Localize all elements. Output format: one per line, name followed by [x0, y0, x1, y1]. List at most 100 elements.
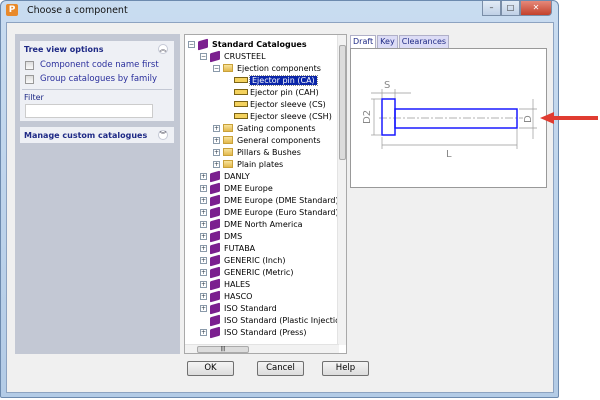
catalogue-tree[interactable]: − Standard Catalogues − CRUSTEEL − Ejection… [184, 34, 347, 354]
tree-node-ejection[interactable]: − Ejection components [213, 62, 321, 74]
expand-icon[interactable]: + [200, 172, 207, 180]
tree-node-catalogue[interactable]: + GENERIC (Inch) [200, 254, 285, 266]
maximize-button[interactable]: □ [501, 1, 520, 16]
node-label: Ejection components [237, 63, 321, 73]
catalogue-book-icon [210, 242, 220, 254]
node-label: Gating components [237, 123, 316, 133]
expand-icon[interactable]: + [213, 124, 220, 132]
tree-folder[interactable]: + Gating components [213, 122, 316, 134]
catalogue-book-icon [210, 278, 220, 290]
component-code-first-checkbox[interactable]: Component code name first [25, 60, 159, 70]
checkbox-label: Component code name first [40, 60, 159, 70]
dim-l: L [446, 149, 452, 160]
tree-node-catalogue[interactable]: + GENERIC (Metric) [200, 266, 293, 278]
expand-icon[interactable]: + [200, 244, 207, 252]
collapse-icon[interactable]: − [200, 52, 207, 60]
catalogue-book-icon [210, 230, 220, 242]
tree-item[interactable]: Ejector sleeve (CSH) [234, 110, 332, 122]
catalogue-book-icon [210, 182, 220, 194]
group-by-family-checkbox[interactable]: Group catalogues by family [25, 74, 157, 84]
checkbox-label: Group catalogues by family [40, 74, 158, 84]
collapse-icon[interactable]: − [188, 40, 195, 48]
node-label: GENERIC (Inch) [224, 255, 286, 265]
node-label: GENERIC (Metric) [224, 267, 294, 277]
window-title: Choose a component [27, 5, 128, 16]
folder-icon [223, 124, 233, 132]
manage-custom-catalogues-section[interactable]: Manage custom catalogues ︾ [20, 127, 174, 143]
tree-node-catalogue[interactable]: + DME Europe [200, 182, 273, 194]
catalogue-book-icon [210, 290, 220, 302]
pin-icon [234, 101, 248, 107]
catalogue-book-icon [210, 254, 220, 266]
node-label: DME Europe (Euro Standard) [224, 207, 339, 217]
close-button[interactable]: ✕ [520, 1, 552, 16]
scroll-thumb[interactable]: ||| [197, 346, 249, 353]
tree-node-catalogue[interactable]: + DME North America [200, 218, 303, 230]
filter-input[interactable] [25, 104, 153, 118]
expand-icon[interactable]: + [200, 304, 207, 312]
tree-folder[interactable]: + General components [213, 134, 321, 146]
expand-icon[interactable]: + [213, 136, 220, 144]
help-button[interactable]: Help [322, 361, 369, 376]
folder-icon [223, 148, 233, 156]
node-label: HASCO [224, 291, 253, 301]
tree-node-catalogue[interactable]: + DMS [200, 230, 242, 242]
ejector-pin-drawing: S D2 L D [362, 80, 537, 160]
expand-icon[interactable]: + [200, 280, 207, 288]
catalogue-book-icon [210, 206, 220, 218]
vertical-scrollbar[interactable] [337, 35, 346, 345]
catalogue-book-icon [210, 302, 220, 314]
tree-node-catalogue[interactable]: + HALES [200, 278, 250, 290]
dialog-window: P Choose a component – □ ✕ Tree view opt… [0, 0, 559, 398]
tree-node-catalogue[interactable]: + DME Europe (DME Standard) [200, 194, 339, 206]
dim-d2: D2 [362, 110, 373, 124]
node-label: ISO Standard [224, 303, 277, 313]
tab-clearances[interactable]: Clearances [398, 35, 450, 48]
scroll-thumb[interactable] [339, 45, 346, 160]
collapse-chevron-icon[interactable]: ︽ [158, 44, 168, 54]
expand-icon[interactable]: + [213, 160, 220, 168]
tree-node-catalogue[interactable]: + DANLY [200, 170, 250, 182]
expand-icon[interactable]: + [200, 328, 207, 336]
expand-icon[interactable]: + [200, 196, 207, 204]
minimize-button[interactable]: – [482, 1, 501, 16]
expand-icon[interactable]: + [200, 208, 207, 216]
expand-icon[interactable]: + [200, 232, 207, 240]
node-label: Pillars & Bushes [237, 147, 301, 157]
expand-icon[interactable]: + [213, 148, 220, 156]
catalogue-book-icon [210, 314, 220, 326]
tree-node-catalogue[interactable]: + ISO Standard [200, 302, 277, 314]
node-label: CRUSTEEL [224, 51, 266, 61]
ok-button[interactable]: OK [187, 361, 234, 376]
tree-node-catalogue[interactable]: + ISO Standard (Press) [200, 326, 307, 338]
node-label: DME Europe (DME Standard) [224, 195, 339, 205]
collapse-icon[interactable]: − [213, 64, 220, 72]
tree-folder[interactable]: + Pillars & Bushes [213, 146, 301, 158]
tree-node-catalogue[interactable]: + DME Europe (Euro Standard) [200, 206, 339, 218]
dim-s: S [384, 80, 390, 91]
tree-node-catalogue[interactable]: + HASCO [200, 290, 252, 302]
expand-icon[interactable]: + [200, 268, 207, 276]
horizontal-scrollbar[interactable]: ||| [185, 344, 339, 353]
expand-chevron-icon[interactable]: ︾ [158, 130, 168, 140]
catalogue-book-icon [210, 266, 220, 278]
tree-folder[interactable]: + Plain plates [213, 158, 283, 170]
node-label: ISO Standard (Press) [224, 327, 307, 337]
tree-item[interactable]: Ejector sleeve (CS) [234, 98, 326, 110]
tree-item[interactable]: Ejector pin (CA) [234, 74, 318, 86]
node-label-selected: Ejector pin (CA) [249, 74, 318, 86]
catalogue-book-icon [210, 218, 220, 230]
dialog-body: Tree view options ︽ Component code name … [6, 22, 554, 393]
expand-icon[interactable]: + [200, 220, 207, 228]
expand-icon[interactable]: + [200, 184, 207, 192]
expand-icon[interactable]: + [200, 292, 207, 300]
tree-node-catalogue[interactable]: + FUTABA [200, 242, 255, 254]
tree-node-catalogue[interactable]: ISO Standard (Plastic Injection) [200, 314, 346, 326]
tree-item[interactable]: Ejector pin (CAH) [234, 86, 319, 98]
tree-node-root[interactable]: − Standard Catalogues [188, 38, 307, 50]
expand-icon[interactable]: + [200, 256, 207, 264]
cancel-button[interactable]: Cancel [257, 361, 304, 376]
tree-node-crusteel[interactable]: − CRUSTEEL [200, 50, 266, 62]
tab-key[interactable]: Key [377, 35, 398, 48]
tab-draft[interactable]: Draft [350, 35, 377, 48]
